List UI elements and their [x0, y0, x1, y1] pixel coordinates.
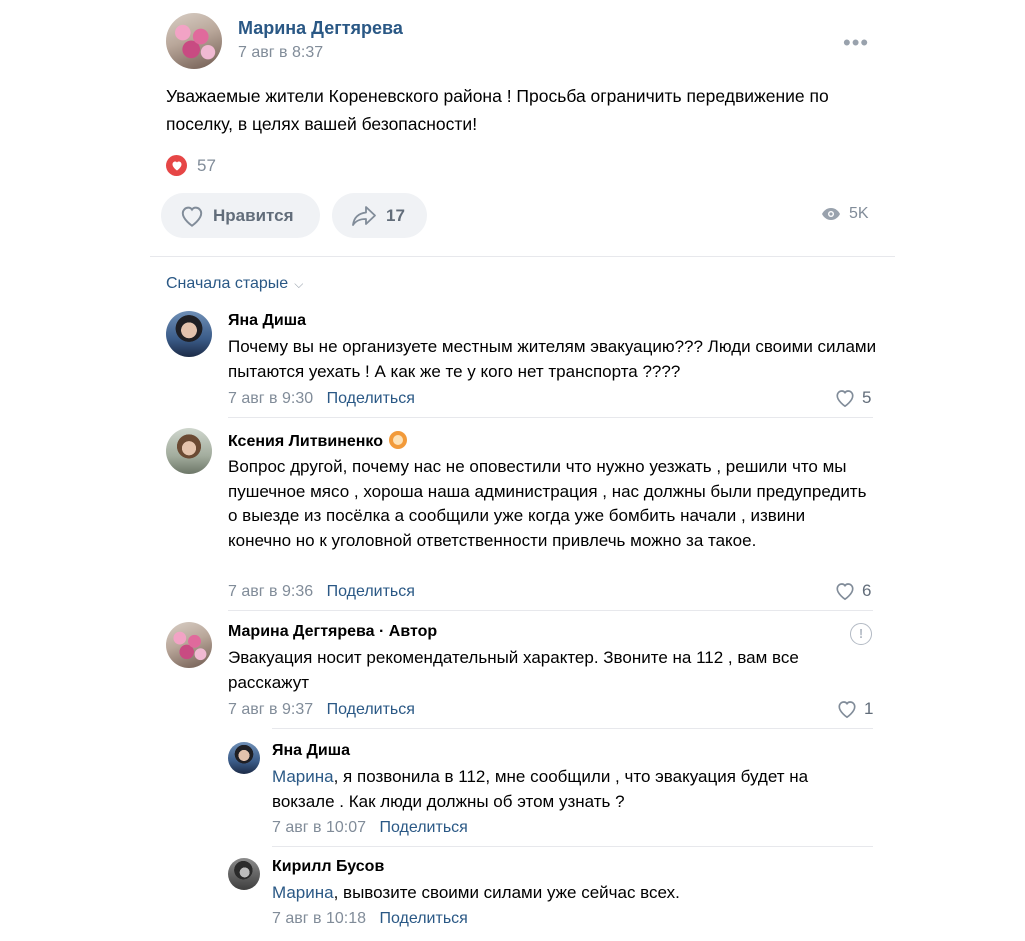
comment-avatar[interactable] — [166, 622, 212, 668]
share-count: 17 — [386, 205, 405, 225]
reply-avatar[interactable] — [228, 742, 260, 774]
reply-share-link[interactable]: Поделиться — [379, 910, 467, 927]
comment-author[interactable]: Яна Диша — [228, 312, 306, 330]
comment-avatar[interactable] — [166, 428, 212, 474]
heart-icon — [836, 583, 854, 601]
comment-like-count: 5 — [862, 388, 872, 407]
comment-text: Вопрос другой, почему нас не оповестили … — [228, 457, 867, 550]
comment-meta: 7 авг в 9:37 Поделиться — [228, 701, 415, 719]
comment-meta: 7 авг в 9:36 Поделиться — [228, 583, 415, 601]
reply-divider — [272, 846, 873, 847]
comment-text: Эвакуация носит рекомендательный характе… — [228, 648, 799, 692]
more-dots-icon[interactable]: ••• — [843, 30, 869, 56]
post-text: Уважаемые жители Кореневского района ! П… — [166, 86, 829, 134]
reply-avatar[interactable] — [228, 858, 260, 890]
comment-date[interactable]: 7 авг в 9:36 — [228, 583, 313, 600]
comment-divider — [228, 417, 873, 418]
reply-author[interactable]: Яна Диша — [272, 742, 350, 760]
comment-share-link[interactable]: Поделиться — [327, 390, 415, 407]
comment-like-button[interactable]: 5 — [834, 388, 871, 408]
share-arrow-icon — [352, 205, 376, 226]
reply-date[interactable]: 7 авг в 10:07 — [272, 819, 366, 836]
reply-date[interactable]: 7 авг в 10:18 — [272, 910, 366, 927]
heart-icon — [166, 155, 187, 176]
report-icon[interactable]: ! — [850, 623, 872, 645]
post-author-name[interactable]: Марина Дегтярева — [238, 18, 403, 39]
comment-author[interactable]: Марина Дегтярева · Автор — [228, 623, 437, 641]
comments-sort-dropdown[interactable]: Сначала старые ⌵ — [166, 275, 303, 293]
donut-badge-icon — [389, 431, 407, 449]
reply-text: Марина, вывозите своими силами уже сейча… — [272, 881, 872, 906]
like-label: Нравится — [213, 205, 294, 225]
post-date[interactable]: 7 авг в 8:37 — [238, 44, 323, 62]
chevron-down-icon: ⌵ — [294, 276, 304, 291]
comment-meta: 7 авг в 9:30 Поделиться — [228, 390, 415, 408]
comment-like-button[interactable]: 6 — [834, 581, 871, 601]
comment-avatar[interactable] — [166, 311, 212, 357]
comment-share-link[interactable]: Поделиться — [327, 583, 415, 600]
reply-meta: 7 авг в 10:07 Поделиться — [272, 819, 468, 837]
reply-body: , я позвонила в 112, мне сообщили , что … — [272, 767, 809, 811]
reply-mention[interactable]: Марина — [272, 883, 334, 902]
comment-date[interactable]: 7 авг в 9:30 — [228, 390, 313, 407]
comment-author-name[interactable]: Ксения Литвиненко — [228, 433, 383, 450]
comment-divider — [272, 728, 873, 729]
heart-icon — [181, 206, 203, 227]
reactions-summary[interactable]: 57 — [166, 155, 216, 176]
like-button[interactable]: Нравится — [161, 193, 320, 238]
reply-author[interactable]: Кирилл Бусов — [272, 858, 384, 876]
reactions-count: 57 — [197, 155, 216, 175]
comment-like-button[interactable]: 1 — [836, 699, 873, 719]
heart-icon — [838, 701, 856, 719]
reply-meta: 7 авг в 10:18 Поделиться — [272, 910, 468, 928]
share-button[interactable]: 17 — [332, 193, 427, 238]
views-counter: 5K — [821, 205, 869, 223]
post-author-avatar[interactable] — [166, 13, 222, 69]
reply-share-link[interactable]: Поделиться — [379, 819, 467, 836]
reply-mention[interactable]: Марина — [272, 767, 334, 786]
comment-text: Почему вы не организуете местным жителям… — [228, 337, 877, 381]
comment-divider — [228, 610, 873, 611]
comment-share-link[interactable]: Поделиться — [327, 701, 415, 718]
reply-body: , вывозите своими силами уже сейчас всех… — [333, 883, 680, 902]
comment-date[interactable]: 7 авг в 9:37 — [228, 701, 313, 718]
eye-icon — [822, 208, 840, 220]
comment-like-count: 6 — [862, 581, 872, 600]
heart-icon — [836, 390, 854, 408]
views-count: 5K — [849, 205, 869, 222]
post-divider — [150, 256, 895, 257]
reply-text: Марина, я позвонила в 112, мне сообщили … — [272, 765, 872, 814]
comment-like-count: 1 — [864, 699, 874, 718]
sort-label: Сначала старые — [166, 275, 289, 292]
comment-author[interactable]: Ксения Литвиненко — [228, 431, 407, 451]
